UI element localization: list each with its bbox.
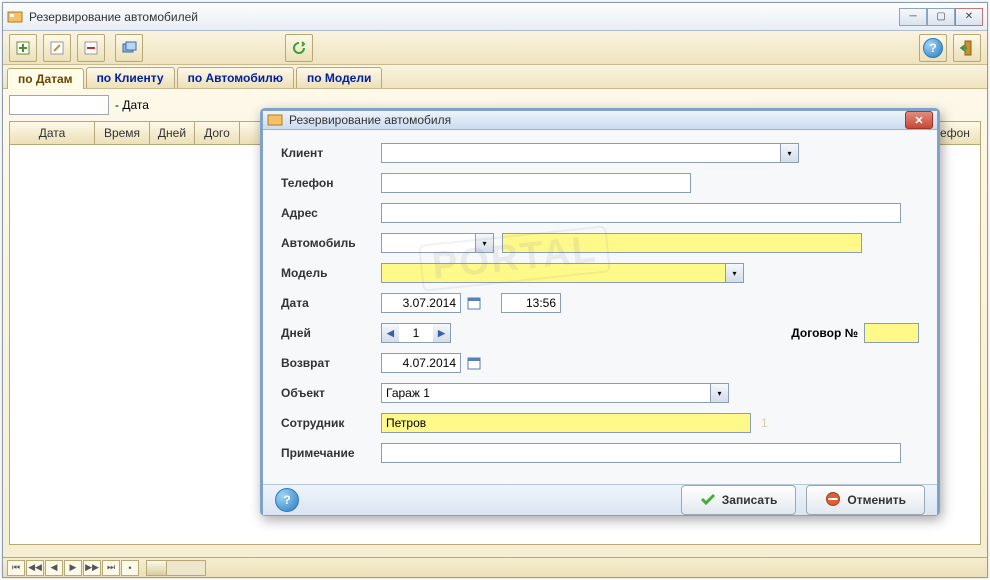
filter-label: - Дата [115, 98, 149, 112]
windows-button[interactable] [115, 34, 143, 62]
window-title: Резервирование автомобилей [29, 10, 899, 24]
label-contract: Договор № [791, 326, 858, 340]
tab-bar: по Датам по Клиенту по Автомобилю по Мод… [3, 65, 987, 89]
nav-stop[interactable]: • [121, 560, 139, 576]
label-return: Возврат [281, 356, 381, 370]
date-input[interactable] [381, 293, 461, 313]
model-input[interactable] [381, 263, 726, 283]
contract-input[interactable] [864, 323, 919, 343]
cancel-button[interactable]: Отменить [806, 485, 925, 515]
app-icon [7, 9, 23, 25]
days-input[interactable] [399, 323, 433, 343]
label-address: Адрес [281, 206, 381, 220]
refresh-button[interactable] [285, 34, 313, 62]
dialog-help-button[interactable]: ? [275, 488, 299, 512]
tab-by-model[interactable]: по Модели [296, 67, 382, 88]
model-dropdown-button[interactable]: ▾ [726, 263, 744, 283]
col-days[interactable]: Дней [150, 122, 195, 144]
minimize-button[interactable]: ─ [899, 8, 927, 26]
client-input[interactable] [381, 143, 781, 163]
object-input[interactable] [381, 383, 711, 403]
note-input[interactable] [381, 443, 901, 463]
time-input[interactable] [501, 293, 561, 313]
exit-button[interactable] [953, 34, 981, 62]
label-client: Клиент [281, 146, 381, 160]
window-buttons: ─ ▢ ✕ [899, 8, 983, 26]
grid-navigator: ⏮ ◀◀ ◀ ▶ ▶▶ ⏭ • [3, 557, 987, 577]
client-dropdown-button[interactable]: ▾ [781, 143, 799, 163]
maximize-button[interactable]: ▢ [927, 8, 955, 26]
days-decrement-button[interactable]: ◀ [381, 323, 399, 343]
cancel-icon [825, 491, 841, 510]
dialog-titlebar: Резервирование автомобиля ✕ [263, 111, 937, 130]
nav-prev[interactable]: ◀ [45, 560, 63, 576]
dialog-title: Резервирование автомобиля [289, 113, 905, 127]
car-desc-input[interactable] [502, 233, 862, 253]
days-increment-button[interactable]: ▶ [433, 323, 451, 343]
address-input[interactable] [381, 203, 901, 223]
label-days: Дней [281, 326, 381, 340]
label-object: Объект [281, 386, 381, 400]
date-calendar-button[interactable] [465, 294, 483, 312]
nav-last[interactable]: ⏭ [102, 560, 120, 576]
phone-input[interactable] [381, 173, 691, 193]
label-note: Примечание [281, 446, 381, 460]
main-titlebar: Резервирование автомобилей ─ ▢ ✕ [3, 3, 987, 31]
dialog-icon [267, 112, 283, 128]
delete-button[interactable] [77, 34, 105, 62]
car-dropdown-button[interactable]: ▾ [476, 233, 494, 253]
employee-input[interactable] [381, 413, 751, 433]
return-calendar-button[interactable] [465, 354, 483, 372]
return-input[interactable] [381, 353, 461, 373]
label-car: Автомобиль [281, 236, 381, 250]
employee-number: 1 [761, 416, 768, 430]
check-icon [700, 491, 716, 510]
tab-by-date[interactable]: по Датам [7, 68, 84, 89]
nav-prev-page[interactable]: ◀◀ [26, 560, 44, 576]
dialog-close-button[interactable]: ✕ [905, 111, 933, 129]
horizontal-scrollbar[interactable] [146, 560, 206, 576]
col-contract[interactable]: Дого [195, 122, 240, 144]
reservation-dialog: Резервирование автомобиля ✕ Клиент ▾ Тел… [260, 108, 940, 516]
nav-next[interactable]: ▶ [64, 560, 82, 576]
label-model: Модель [281, 266, 381, 280]
label-employee: Сотрудник [281, 416, 381, 430]
add-button[interactable] [9, 34, 37, 62]
close-button[interactable]: ✕ [955, 8, 983, 26]
car-input[interactable] [381, 233, 476, 253]
tab-by-car[interactable]: по Автомобилю [177, 67, 294, 88]
label-date: Дата [281, 296, 381, 310]
dialog-body: Клиент ▾ Телефон Адрес Автомобиль ▾ Моде… [263, 130, 937, 484]
nav-next-page[interactable]: ▶▶ [83, 560, 101, 576]
col-time[interactable]: Время [95, 122, 150, 144]
save-button[interactable]: Записать [681, 485, 797, 515]
object-dropdown-button[interactable]: ▾ [711, 383, 729, 403]
tab-by-client[interactable]: по Клиенту [86, 67, 175, 88]
label-phone: Телефон [281, 176, 381, 190]
cancel-button-label: Отменить [847, 493, 906, 507]
filter-date-input[interactable] [9, 95, 109, 115]
main-toolbar: ? [3, 31, 987, 65]
nav-first[interactable]: ⏮ [7, 560, 25, 576]
edit-button[interactable] [43, 34, 71, 62]
col-date[interactable]: Дата [10, 122, 95, 144]
save-button-label: Записать [722, 493, 778, 507]
dialog-footer: ? Записать Отменить [263, 484, 937, 515]
help-button[interactable]: ? [919, 34, 947, 62]
